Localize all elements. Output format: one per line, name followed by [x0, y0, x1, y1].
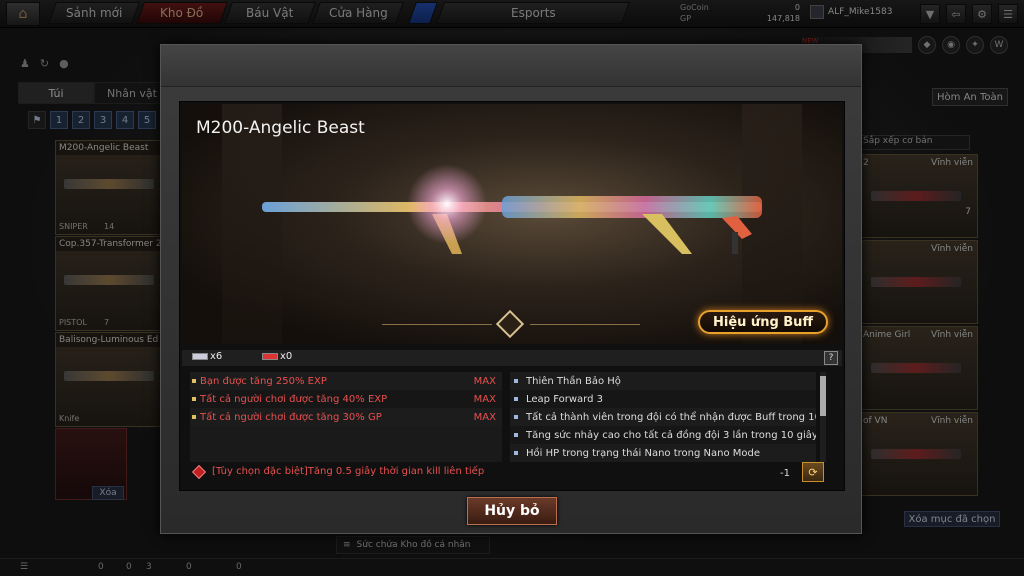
reroll-button[interactable]: ⟳ — [802, 462, 824, 482]
perk-row: Hồi HP trong trạng thái Nano trong Nano … — [510, 444, 816, 462]
buff-row-empty — [190, 426, 502, 444]
divider-right — [530, 324, 640, 325]
special-option: [Tùy chọn đặc biệt]Tăng 0.5 giây thời gi… — [191, 464, 484, 479]
special-count: -1 — [780, 468, 790, 479]
part-chip-red-icon — [262, 353, 278, 360]
weapon-panel: M200-Angelic Beast Hiệu ứng Buff x6 x0 ?… — [179, 101, 845, 491]
buff-list: Bạn được tăng 250% EXP MAX Tất cả người c… — [190, 372, 502, 462]
perk-row: Thiên Thần Bảo Hộ — [510, 372, 816, 390]
perk-row: Leap Forward 3 — [510, 390, 816, 408]
perk-row: Tất cả thành viên trong đội có thể nhận … — [510, 408, 816, 426]
buff-effect-button[interactable]: Hiệu ứng Buff — [698, 310, 828, 334]
part-chip-icon — [192, 353, 208, 360]
weapon-image — [262, 164, 762, 254]
perk-list: Thiên Thần Bảo Hộ Leap Forward 3 Tất cả … — [510, 372, 816, 462]
perk-scrollbar[interactable] — [820, 372, 826, 462]
help-button[interactable]: ? — [824, 351, 838, 365]
perk-row: Tăng sức nhảy cao cho tất cả đồng đội 3 … — [510, 426, 816, 444]
red-gem-icon — [191, 464, 207, 479]
buff-row: Tất cả người chơi được tăng 30% GP MAX — [190, 408, 502, 426]
part-counts: x6 x0 ? — [182, 350, 842, 366]
buff-row: Bạn được tăng 250% EXP MAX — [190, 372, 502, 390]
weapon-showcase: M200-Angelic Beast Hiệu ứng Buff — [182, 104, 842, 344]
buff-row-empty — [190, 444, 502, 462]
scrollbar-thumb[interactable] — [820, 376, 826, 416]
cancel-button[interactable]: Hủy bỏ — [467, 497, 557, 525]
refresh-icon: ⟳ — [808, 465, 818, 479]
weapon-name: M200-Angelic Beast — [196, 118, 365, 138]
dialog-header — [161, 45, 861, 87]
divider-left — [382, 324, 492, 325]
weapon-detail-dialog: M200-Angelic Beast Hiệu ứng Buff x6 x0 ?… — [160, 44, 862, 534]
buff-row: Tất cả người chơi được tăng 40% EXP MAX — [190, 390, 502, 408]
